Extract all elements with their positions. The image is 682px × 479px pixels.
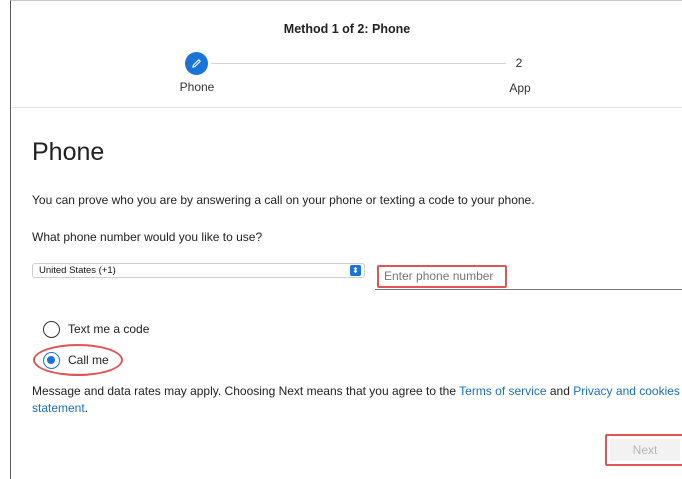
text-me-radio[interactable] bbox=[43, 320, 60, 338]
terms-of-service-link[interactable]: Terms of service bbox=[459, 384, 546, 398]
legal-notice: Message and data rates may apply. Choosi… bbox=[32, 383, 682, 417]
step-1-label: Phone bbox=[179, 80, 215, 94]
intro-text: You can prove who you are by answering a… bbox=[32, 193, 535, 207]
phone-number-input[interactable]: Enter phone number bbox=[377, 265, 507, 288]
next-highlight: Next bbox=[605, 434, 682, 466]
legal-prefix: Message and data rates may apply. Choosi… bbox=[32, 384, 460, 398]
text-me-label: Text me a code bbox=[68, 322, 150, 336]
method-title: Method 1 of 2: Phone bbox=[283, 22, 411, 36]
select-chevron-icon: ⬍ bbox=[350, 265, 361, 276]
next-button[interactable]: Next bbox=[610, 439, 680, 461]
wizard-frame: Method 1 of 2: Phone Phone 2 App Phone Y… bbox=[10, 0, 682, 479]
text-me-option[interactable]: Text me a code bbox=[43, 319, 149, 339]
legal-suffix: . bbox=[84, 401, 89, 415]
legal-middle: and bbox=[546, 384, 574, 398]
page-title: Phone bbox=[32, 138, 105, 166]
step-1-indicator bbox=[185, 52, 208, 75]
country-code-select[interactable]: United States (+1) ⬍ bbox=[32, 263, 365, 278]
call-me-label: Call me bbox=[68, 353, 109, 367]
country-code-value: United States (+1) bbox=[39, 265, 116, 276]
phone-question: What phone number would you like to use? bbox=[32, 230, 263, 244]
call-me-option[interactable]: Call me bbox=[43, 350, 109, 370]
call-me-radio[interactable] bbox=[43, 351, 60, 369]
step-2-number: 2 bbox=[515, 56, 523, 70]
phone-input-underline: Enter phone number bbox=[375, 263, 682, 290]
pencil-icon bbox=[192, 59, 201, 68]
step-2-label: App bbox=[509, 81, 531, 95]
step-connector bbox=[211, 63, 506, 64]
progress-header: Method 1 of 2: Phone Phone 2 App bbox=[11, 1, 682, 108]
